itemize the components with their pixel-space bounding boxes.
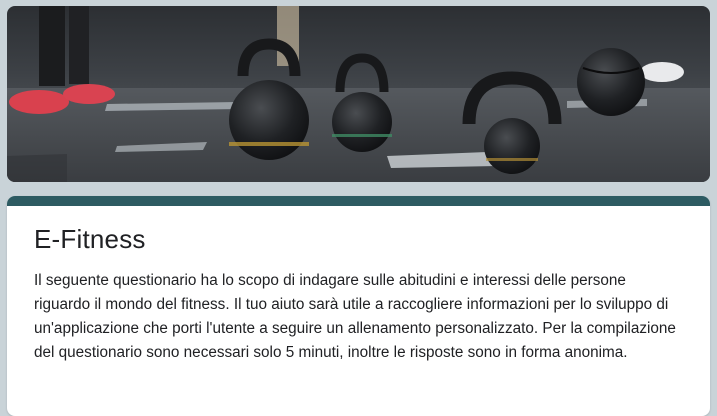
form-title: E-Fitness xyxy=(34,224,146,254)
header-banner-image xyxy=(7,6,710,182)
form-header-card: E-Fitness Il seguente questionario ha lo… xyxy=(7,196,710,416)
kettlebell-photo xyxy=(7,6,710,182)
form-description: Il seguente questionario ha lo scopo di … xyxy=(34,272,676,361)
card-accent-bar xyxy=(7,196,710,206)
